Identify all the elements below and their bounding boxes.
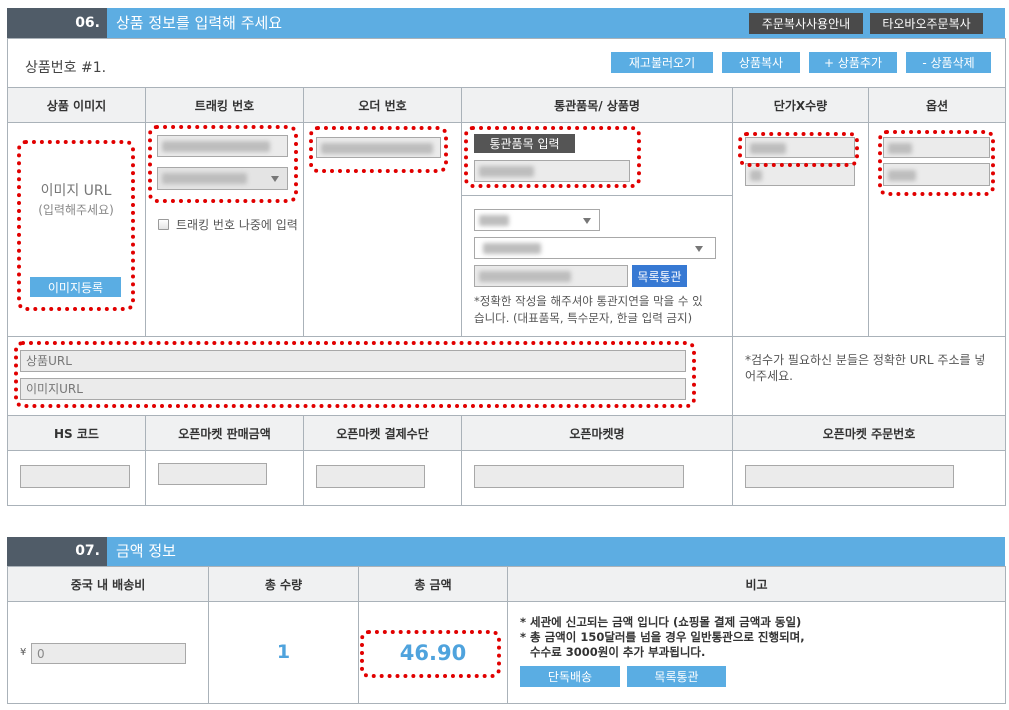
market-payment-input[interactable] <box>316 465 425 488</box>
redacted-text <box>479 166 534 177</box>
product-image-cell <box>7 122 146 337</box>
option-input[interactable] <box>883 163 990 186</box>
yuan-currency-symbol: ¥ <box>20 647 27 658</box>
customs-note-line: *정확한 작성을 해주셔야 통관지연을 막을 수 있 <box>474 294 703 308</box>
redacted-text <box>162 141 270 152</box>
list-clearance-button[interactable]: 목록통관 <box>632 265 687 287</box>
tracking-later-label: 트래킹 번호 나중에 입력 <box>176 218 298 232</box>
customs-note-line: 습니다. (대표품목, 특수문자, 한글 입력 금지) <box>474 311 693 325</box>
market-name-input[interactable] <box>474 465 684 488</box>
tracking-number-input[interactable] <box>157 135 288 157</box>
redacted-text <box>479 271 571 282</box>
chevron-down-icon <box>583 218 591 224</box>
column-header-tracking-number: 트래킹 번호 <box>145 87 304 123</box>
customs-subcategory-select[interactable] <box>474 237 716 259</box>
column-header-total-quantity: 총 수량 <box>208 566 359 602</box>
customs-item-input-button[interactable]: 통관품목 입력 <box>474 134 575 153</box>
image-register-button[interactable]: 이미지등록 <box>30 277 121 297</box>
load-stock-button[interactable]: 재고불러오기 <box>611 52 713 73</box>
chevron-down-icon <box>271 176 279 182</box>
copy-product-button[interactable]: 상품복사 <box>722 52 800 73</box>
column-header-order-number: 오더 번호 <box>303 87 462 123</box>
remark-line: * 세관에 신고되는 금액 입니다 (쇼핑몰 결제 금액과 동일) <box>520 615 802 629</box>
column-header-option: 옵션 <box>868 87 1006 123</box>
redacted-text <box>888 143 912 154</box>
section-number: 06. <box>7 8 107 38</box>
column-header-market-price: 오픈마켓 판매금액 <box>145 415 304 451</box>
delete-product-button[interactable]: - 상품삭제 <box>906 52 991 73</box>
column-header-market-order-number: 오픈마켓 주문번호 <box>732 415 1006 451</box>
quantity-input[interactable] <box>745 163 855 186</box>
remark-line: * 총 금액이 150달러를 넘을 경우 일반통관으로 진행되며, <box>520 630 805 644</box>
tracking-later-checkbox[interactable] <box>158 219 169 230</box>
unit-price-input[interactable] <box>745 137 855 158</box>
column-header-hs-code: HS 코드 <box>7 415 146 451</box>
order-copy-guide-button[interactable]: 주문복사사용안내 <box>749 13 863 34</box>
add-product-button[interactable]: + 상품추가 <box>809 52 897 73</box>
chevron-down-icon <box>695 246 703 252</box>
list-clearance-button[interactable]: 목록통관 <box>627 666 726 687</box>
image-url-input[interactable] <box>20 378 686 400</box>
image-url-hint: (입력해주세요) <box>38 203 114 217</box>
total-amount-value: 46.90 <box>399 641 467 665</box>
customs-item-input[interactable] <box>474 160 630 182</box>
redacted-text <box>888 170 916 181</box>
customs-category-select[interactable] <box>474 209 600 231</box>
column-header-total-amount: 총 금액 <box>358 566 508 602</box>
column-header-china-shipping: 중국 내 배송비 <box>7 566 209 602</box>
section-number: 07. <box>7 537 107 566</box>
redacted-text <box>162 173 247 184</box>
hs-code-input[interactable] <box>20 465 130 488</box>
url-input-cell <box>7 336 733 416</box>
column-header-market-name: 오픈마켓명 <box>461 415 733 451</box>
market-price-input[interactable] <box>158 463 267 485</box>
column-header-remarks: 비고 <box>507 566 1006 602</box>
amount-info-header: 07. 금액 정보 <box>7 537 1005 566</box>
separate-shipping-button[interactable]: 단독배송 <box>520 666 620 687</box>
column-header-market-payment: 오픈마켓 결제수단 <box>303 415 462 451</box>
product-info-header: 06. 상품 정보를 입력해 주세요 주문복사사용안내 타오바오주문복사 <box>7 8 1005 38</box>
redacted-text <box>321 143 433 154</box>
remark-line: 수수료 3000원이 추가 부과됩니다. <box>530 645 706 659</box>
column-header-product-image: 상품 이미지 <box>7 87 146 123</box>
column-header-customs-item: 통관품목/ 상품명 <box>461 87 733 123</box>
redacted-text <box>750 170 762 181</box>
order-number-input[interactable] <box>316 137 441 158</box>
section-title: 금액 정보 <box>116 542 176 560</box>
taobao-order-copy-button[interactable]: 타오바오주문복사 <box>870 13 983 34</box>
total-quantity-value: 1 <box>276 641 291 663</box>
order-form-page: 06. 상품 정보를 입력해 주세요 주문복사사용안내 타오바오주문복사 상품번… <box>0 0 1009 710</box>
redacted-text <box>750 143 786 154</box>
courier-select[interactable] <box>157 167 288 190</box>
redacted-text <box>483 243 541 254</box>
product-number-label: 상품번호 #1. <box>25 60 107 76</box>
customs-product-name-input[interactable] <box>474 265 628 287</box>
customs-divider <box>461 195 733 196</box>
option-input[interactable] <box>883 137 990 158</box>
market-order-number-input[interactable] <box>745 465 954 488</box>
url-note-line: *검수가 필요하신 분들은 정확한 URL 주소를 넣 <box>745 353 986 367</box>
product-url-input[interactable] <box>20 350 686 372</box>
china-shipping-input[interactable] <box>31 643 186 664</box>
redacted-text <box>479 215 509 226</box>
column-header-unit-price-quantity: 단가X수량 <box>732 87 869 123</box>
section-title: 상품 정보를 입력해 주세요 <box>116 14 283 32</box>
url-note-line: 어주세요. <box>745 369 793 383</box>
image-url-title: 이미지 URL <box>40 183 112 199</box>
